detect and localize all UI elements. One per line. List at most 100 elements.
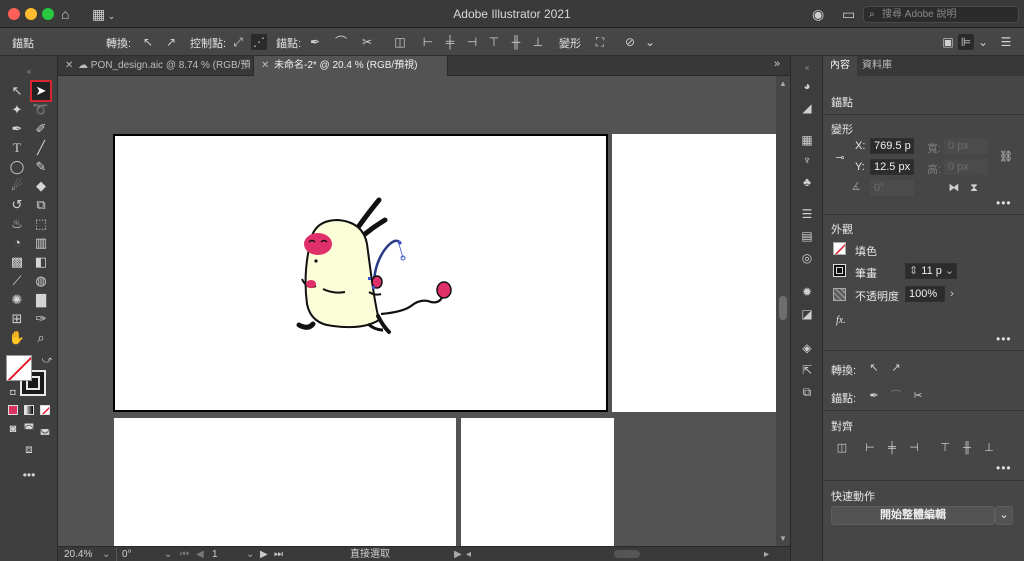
artboard-1[interactable] xyxy=(113,134,608,412)
character-illustration[interactable] xyxy=(113,134,608,412)
tab-untitled-2[interactable]: ✕ 未命名-2* @ 20.4 % (RGB/預視) xyxy=(254,56,448,76)
paintbrush-icon[interactable]: ✎ xyxy=(32,158,50,176)
stroke-label[interactable]: 筆畫 xyxy=(855,265,877,281)
rotation-value[interactable]: 0° xyxy=(122,548,132,561)
anchor-point[interactable] xyxy=(368,277,371,280)
zoom-icon[interactable]: ⌕ xyxy=(32,329,50,347)
swap-fill-stroke-icon[interactable]: ⤻ xyxy=(38,352,56,370)
tab-libraries[interactable]: 資料庫 xyxy=(855,56,899,76)
appearance-panel-icon[interactable]: ✹ xyxy=(799,284,815,300)
panel-cut-path-icon[interactable]: ✂ xyxy=(911,389,925,403)
close-tab-icon[interactable]: ✕ xyxy=(65,56,73,76)
show-handles-icon[interactable]: ⤢ xyxy=(230,34,246,50)
anchor-point[interactable] xyxy=(398,241,401,244)
stepper-icon[interactable]: ⇕ xyxy=(909,265,921,277)
artboard-4[interactable] xyxy=(461,418,614,546)
opacity-input[interactable]: 100% xyxy=(905,286,945,302)
graphic-styles-icon[interactable]: ◪ xyxy=(799,306,815,322)
perspective-icon[interactable]: ▥ xyxy=(32,234,50,252)
panel-align-middle-icon[interactable]: ╫ xyxy=(960,441,974,455)
free-transform-icon[interactable]: ⬚ xyxy=(32,215,50,233)
color-guide-icon[interactable]: ◢ xyxy=(799,100,815,116)
scroll-left-icon[interactable]: ◂ xyxy=(466,548,471,561)
stroke-panel-icon[interactable]: ☰ xyxy=(799,206,815,222)
panel-toggle-active-icon[interactable]: ⊫ xyxy=(958,34,974,50)
draw-inside-icon[interactable]: ◛ xyxy=(36,420,54,438)
expand-panels-icon[interactable]: « xyxy=(799,60,815,76)
scroll-down-icon[interactable]: ▼ xyxy=(779,534,787,543)
align-bottom-icon[interactable]: ⊥ xyxy=(530,34,546,50)
panel-align-bottom-icon[interactable]: ⊥ xyxy=(982,441,996,455)
align-more-options-icon[interactable]: ••• xyxy=(996,461,1012,475)
prev-artboard-icon[interactable]: ◀ xyxy=(196,548,204,561)
tabs-overflow-icon[interactable]: » xyxy=(774,58,780,70)
panel-convert-smooth-icon[interactable]: ↗ xyxy=(889,361,903,375)
shape-builder-icon[interactable]: ◔ xyxy=(8,234,26,252)
artboard-3[interactable] xyxy=(114,418,456,546)
transform-more-options-icon[interactable]: ••• xyxy=(996,196,1012,210)
type-tool-icon[interactable]: T xyxy=(8,139,26,157)
pen-tool-icon[interactable]: ✒ xyxy=(8,120,26,138)
chevron-down-icon[interactable]: ⌄ xyxy=(942,265,954,277)
panel-toggle-icon[interactable]: ▭ xyxy=(842,5,855,23)
edit-toolbar-more-icon[interactable]: ••• xyxy=(20,466,38,484)
align-top-icon[interactable]: ⊤ xyxy=(486,34,502,50)
stroke-swatch-black[interactable] xyxy=(833,264,846,277)
panel-align-right-icon[interactable]: ⊣ xyxy=(907,441,921,455)
color-panel-icon[interactable]: ◕ xyxy=(799,78,815,94)
anchor-point[interactable] xyxy=(372,286,375,289)
tab-pon-design[interactable]: ✕ ☁ PON_design.aic @ 8.74 % (RGB/預視) xyxy=(58,56,254,91)
zoom-level[interactable]: 20.4% xyxy=(64,548,92,561)
curvature-icon[interactable]: ✐ xyxy=(32,120,50,138)
align-center-icon[interactable]: ╪ xyxy=(442,34,458,50)
control-bar-transform-label[interactable]: 變形 xyxy=(559,35,581,51)
default-fill-stroke-icon[interactable]: ◘ xyxy=(4,383,22,401)
appearance-more-options-icon[interactable]: ••• xyxy=(996,332,1012,346)
eraser-icon[interactable]: ◆ xyxy=(32,177,50,195)
more-options-chevron-icon[interactable]: ⌄ xyxy=(642,34,658,50)
align-left-icon[interactable]: ⊢ xyxy=(420,34,436,50)
last-artboard-icon[interactable]: ⏭ xyxy=(274,548,283,561)
connect-anchor-icon[interactable]: ⌒ xyxy=(333,34,349,50)
panel-connect-anchor-icon[interactable]: ⌒ xyxy=(889,389,903,403)
tab-properties[interactable]: 內容 xyxy=(823,56,857,76)
fill-swatch[interactable] xyxy=(6,355,32,381)
brushes-icon[interactable]: ♆ xyxy=(799,152,815,168)
screen-mode-icon[interactable]: ⧈ xyxy=(20,440,38,458)
convert-to-corner-icon[interactable]: ↖ xyxy=(140,34,156,50)
fx-button[interactable]: fx. xyxy=(836,315,846,326)
slice-icon[interactable]: ✑ xyxy=(32,310,50,328)
scale-icon[interactable]: ⧉ xyxy=(32,196,50,214)
artboard-dropdown-icon[interactable]: ⌄ xyxy=(246,548,254,561)
panel-align-left-icon[interactable]: ⊢ xyxy=(863,441,877,455)
swatches-icon[interactable]: ▦ xyxy=(799,132,815,148)
color-mode-icon[interactable] xyxy=(8,405,18,415)
cut-path-icon[interactable]: ✂ xyxy=(359,34,375,50)
panel-align-to-icon[interactable]: ◫ xyxy=(835,441,849,455)
constrain-proportions-icon[interactable]: ⛓ xyxy=(999,150,1013,164)
none-mode-icon[interactable] xyxy=(40,405,50,415)
scroll-right-icon[interactable]: ▸ xyxy=(764,548,769,561)
transparency-icon[interactable]: ◎ xyxy=(799,250,815,266)
graph-icon[interactable]: ▇ xyxy=(32,291,50,309)
height-input[interactable]: 0 px xyxy=(944,159,988,175)
scroll-up-icon[interactable]: ▲ xyxy=(779,79,787,88)
magic-wand-icon[interactable]: ✦ xyxy=(8,101,26,119)
hand-icon[interactable]: ✋ xyxy=(8,329,26,347)
panel-remove-anchor-icon[interactable]: ✒ xyxy=(867,389,881,403)
panel-convert-corner-icon[interactable]: ↖ xyxy=(867,361,881,375)
line-tool-icon[interactable]: ╱ xyxy=(32,139,50,157)
artboard-icon[interactable]: ⊞ xyxy=(8,310,26,328)
ellipse-tool-icon[interactable]: ◯ xyxy=(8,158,26,176)
reference-point-icon[interactable]: ⊸ xyxy=(833,151,847,165)
layers-icon[interactable]: ◈ xyxy=(799,340,815,356)
vertical-scrollbar[interactable]: ▲ ▼ xyxy=(776,76,790,546)
remove-anchor-icon[interactable]: ✒ xyxy=(307,34,323,50)
flip-vertical-icon[interactable]: ⧗ xyxy=(967,181,981,195)
help-search-input[interactable]: ⌕ 搜尋 Adobe 說明 xyxy=(863,6,1019,23)
hamburger-menu-icon[interactable]: ☰ xyxy=(998,34,1014,50)
y-input[interactable]: 12.5 px xyxy=(870,159,914,175)
warp-icon[interactable]: ♨ xyxy=(8,215,26,233)
opacity-label[interactable]: 不透明度 xyxy=(855,288,899,304)
opacity-icon[interactable] xyxy=(833,288,846,301)
